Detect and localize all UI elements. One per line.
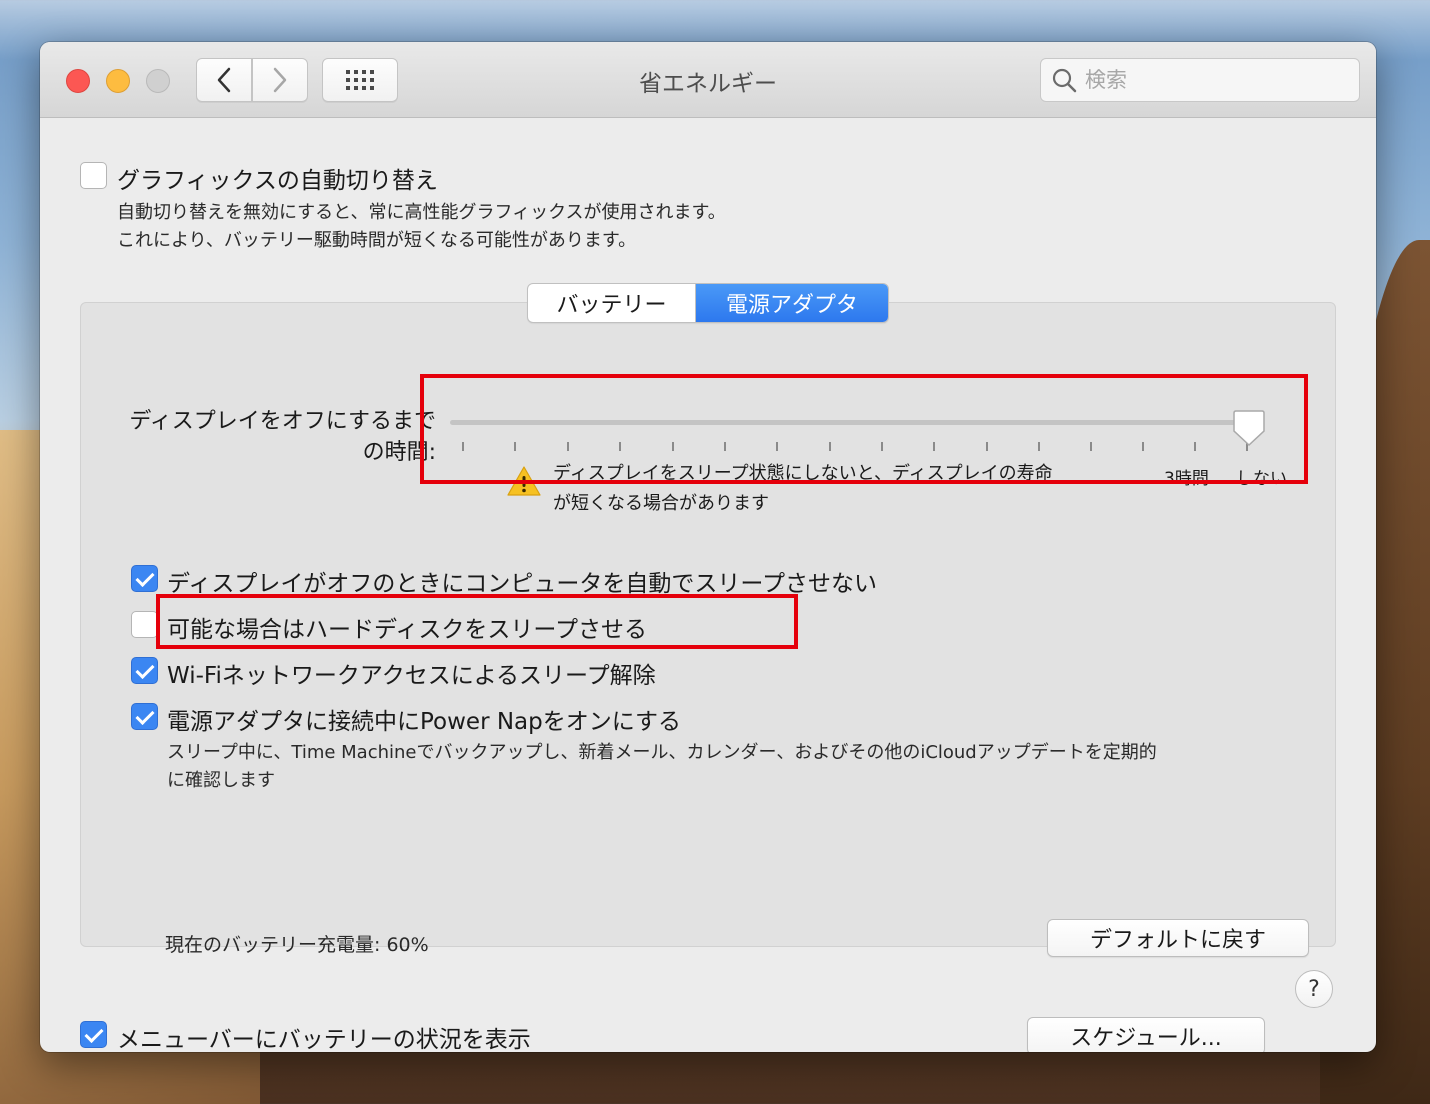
schedule-button[interactable]: スケジュール...	[1027, 1017, 1265, 1052]
power-nap-desc-2: に確認します	[167, 770, 275, 791]
battery-charge-status: 現在のバッテリー充電量: 60%	[165, 934, 429, 956]
prevent-sleep-label: ディスプレイがオフのときにコンピュータを自動でスリープさせない	[167, 571, 878, 597]
content-area: グラフィックスの自動切り替え 自動切り替えを無効にすると、常に高性能グラフィック…	[40, 119, 1376, 1052]
titlebar: 省エネルギー	[40, 42, 1376, 118]
graphics-switching-desc-1: 自動切り替えを無効にすると、常に高性能グラフィックスが使用されます。	[117, 202, 726, 223]
search-icon	[1052, 68, 1077, 93]
show-battery-menubar-label: メニューバーにバッテリーの状況を表示	[117, 1027, 531, 1052]
disk-sleep-checkbox[interactable]	[131, 611, 158, 638]
energy-saver-window: 省エネルギー グラフィックスの自動切り替え 自動切り替えを無効にすると、常に高性…	[40, 42, 1376, 1052]
graphics-switching-checkbox[interactable]	[80, 162, 107, 189]
graphics-switching-desc-2: これにより、バッテリー駆動時間が短くなる可能性があります。	[117, 230, 637, 251]
help-button[interactable]: ?	[1295, 970, 1333, 1008]
power-nap-checkbox[interactable]	[131, 703, 158, 730]
tab-segmented-control: バッテリー 電源アダプタ	[527, 283, 889, 323]
power-nap-desc-1: スリープ中に、Time Machineでバックアップし、新着メール、カレンダー、…	[167, 742, 1157, 763]
annotation-highlight-disk-sleep	[156, 594, 798, 649]
search-input[interactable]	[1085, 68, 1325, 92]
tab-battery[interactable]: バッテリー	[528, 284, 696, 322]
search-field[interactable]	[1040, 58, 1360, 102]
show-battery-menubar-checkbox[interactable]	[80, 1021, 107, 1048]
display-sleep-label: ディスプレイをオフにするまで の時間:	[129, 409, 436, 465]
restore-defaults-button[interactable]: デフォルトに戻す	[1047, 919, 1309, 957]
prevent-sleep-checkbox[interactable]	[131, 565, 158, 592]
power-nap-label: 電源アダプタに接続中にPower Napをオンにする	[167, 709, 681, 735]
tab-power-adapter[interactable]: 電源アダプタ	[696, 284, 888, 322]
annotation-highlight-slider	[420, 374, 1308, 484]
graphics-switching-label: グラフィックスの自動切り替え	[117, 168, 438, 194]
wake-wifi-checkbox[interactable]	[131, 657, 158, 684]
wake-wifi-label: Wi-Fiネットワークアクセスによるスリープ解除	[167, 663, 656, 689]
